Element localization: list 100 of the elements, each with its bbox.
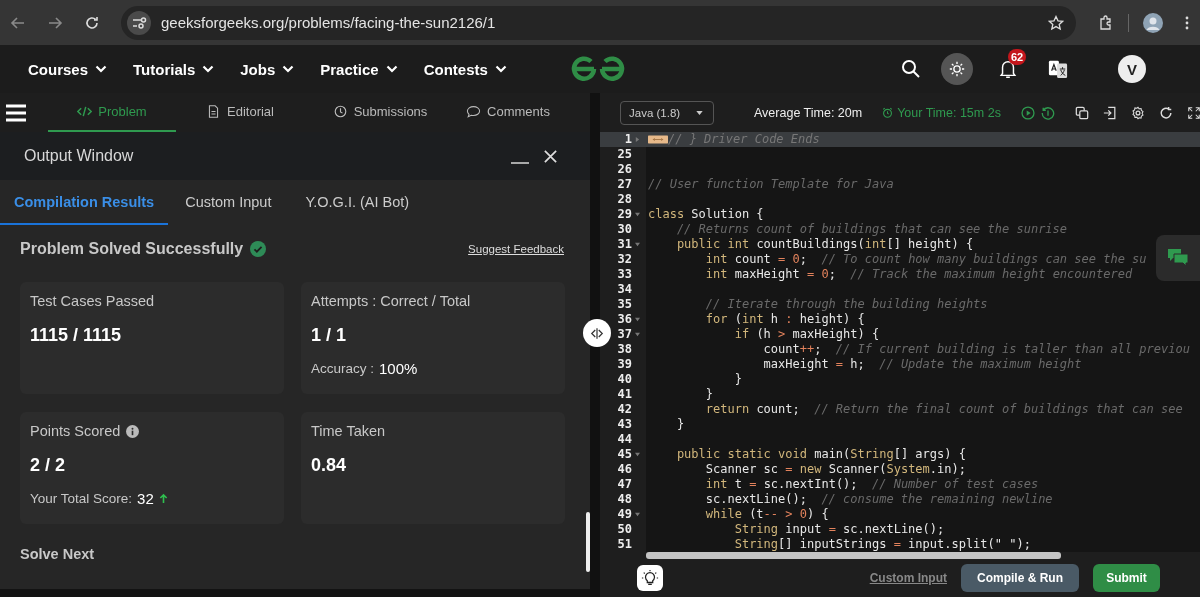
folded-code-marker[interactable] [648,135,668,144]
code-line: } [733,372,742,387]
chat-bubbles-icon[interactable] [1167,248,1189,268]
extensions-icon[interactable] [1098,14,1114,31]
document-icon[interactable] [206,105,221,118]
fullscreen-icon[interactable] [1186,105,1200,120]
fold-arrow-icon[interactable] [635,332,640,337]
code-line: String[] inputStrings = input.split(" "); [733,537,1031,552]
play-icon[interactable] [1020,105,1035,120]
fold-arrow-icon[interactable] [635,317,640,322]
profile-avatar[interactable] [1143,12,1163,33]
code-line: // User function Template for Java [648,177,894,192]
code-icon[interactable] [77,105,93,118]
fold-arrow-icon[interactable] [635,212,640,217]
search-icon[interactable] [901,59,921,79]
reset-timer-icon[interactable] [1040,105,1055,120]
theme-toggle-button[interactable] [941,53,973,85]
info-icon[interactable] [126,424,140,438]
scrollbar-thumb[interactable] [586,512,590,572]
problem-tab[interactable]: Comments [444,93,572,132]
clock-icon[interactable] [332,105,348,118]
custom-input-link[interactable]: Custom Input [869,571,947,585]
user-avatar[interactable]: V [1118,55,1146,83]
stat-label: Test Cases Passed [30,293,155,309]
scrollbar-thumb[interactable] [646,552,1061,559]
line-number: 50 [616,522,632,537]
fold-arrow-icon[interactable] [635,452,640,457]
close-icon[interactable] [543,148,558,164]
translate-icon[interactable] [1048,59,1068,79]
stat-value: 2 / 2 [30,455,67,476]
output-tab[interactable]: Custom Input [168,180,289,225]
chevron-down-icon[interactable] [202,65,215,73]
code-line: int count = 0; // To count how many buildings can see the su [704,252,1147,267]
compile-run-button[interactable]: Compile & Run [961,564,1079,592]
chevron-down-icon[interactable] [494,65,507,73]
feedback-link[interactable]: Suggest Feedback [468,243,564,255]
address-bar[interactable]: geeksforgeeks.org/problems/facing-the-sun2126/1 [121,5,1076,40]
problem-tab[interactable]: Editorial [176,93,304,132]
chat-button[interactable] [1156,235,1200,281]
hint-button[interactable] [637,565,663,591]
stat-value: 1115 / 1115 [30,325,123,346]
code-line: // Returns count of buildings that can see the sunrise [675,222,1068,237]
reload-icon[interactable] [84,14,100,31]
nav-menu[interactable]: Courses [28,60,108,78]
check-circle-icon [250,241,267,257]
line-number: 1 [623,132,632,147]
notification-bell-icon[interactable] [998,59,1018,79]
line-number: 46 [616,462,632,477]
your-time: Your Time: 15m 2s [897,105,1001,120]
result-status: Problem Solved Successfully [20,240,244,258]
line-number: 27 [616,177,632,192]
nav-menu[interactable]: Contests [423,60,507,78]
submit-button[interactable]: Submit [1093,564,1160,592]
problem-tab[interactable]: Submissions [316,93,444,132]
menu-icon[interactable] [6,103,26,122]
chevron-down-icon[interactable] [282,65,295,73]
fold-arrow-icon[interactable] [635,137,640,142]
refresh-icon[interactable] [1158,105,1173,120]
copy-icon[interactable] [1074,105,1089,120]
more-menu-icon[interactable] [1185,14,1189,31]
notification-badge: 62 [1008,49,1027,65]
line-number: 30 [616,222,632,237]
stat-label: Points Scored [30,423,121,439]
chevron-down-icon[interactable] [95,65,108,73]
bookmark-star-icon[interactable] [1048,14,1064,31]
line-number: 32 [616,252,632,267]
chevron-down-icon[interactable] [385,65,398,73]
code-line: if (h > maxHeight) { [733,327,880,342]
line-number: 29 [616,207,632,222]
site-settings-icon[interactable] [127,10,151,35]
average-time: Average Time: 20m [754,105,863,120]
comment-icon[interactable] [466,105,482,118]
nav-menu[interactable]: Jobs [240,60,295,78]
caret-icon[interactable] [696,110,703,115]
nav-menu[interactable]: Tutorials [133,60,215,78]
fold-arrow-icon[interactable] [635,512,640,517]
line-number: 43 [616,417,632,432]
output-tab[interactable]: Y.O.G.I. (AI Bot) [288,180,427,225]
line-number: 39 [616,357,632,372]
line-number: 31 [616,237,632,252]
code-line: sc.nextLine(); // consume the remaining newline [704,492,1053,507]
line-number: 45 [616,447,632,462]
sun-icon[interactable] [948,60,966,78]
line-number: 36 [616,312,632,327]
code-line: while (t-- > 0) { [704,507,829,522]
stat-label: Time Taken [311,423,386,439]
nav-menu[interactable]: Practice [320,60,398,78]
minimize-icon[interactable] [511,161,529,165]
line-number: 42 [616,402,632,417]
code-line: } [704,387,714,402]
output-tab[interactable]: Compilation Results [0,180,169,225]
code-line: public static void main(String[] args) { [675,447,966,462]
import-icon[interactable] [1102,105,1117,120]
code-line: class Solution { [648,207,764,222]
settings-icon[interactable] [1130,105,1145,120]
fold-arrow-icon[interactable] [635,242,640,247]
back-icon[interactable] [10,14,26,31]
language-dropdown[interactable]: Java (1.8) [620,100,714,125]
forward-icon[interactable] [47,14,63,31]
line-number: 48 [616,492,632,507]
